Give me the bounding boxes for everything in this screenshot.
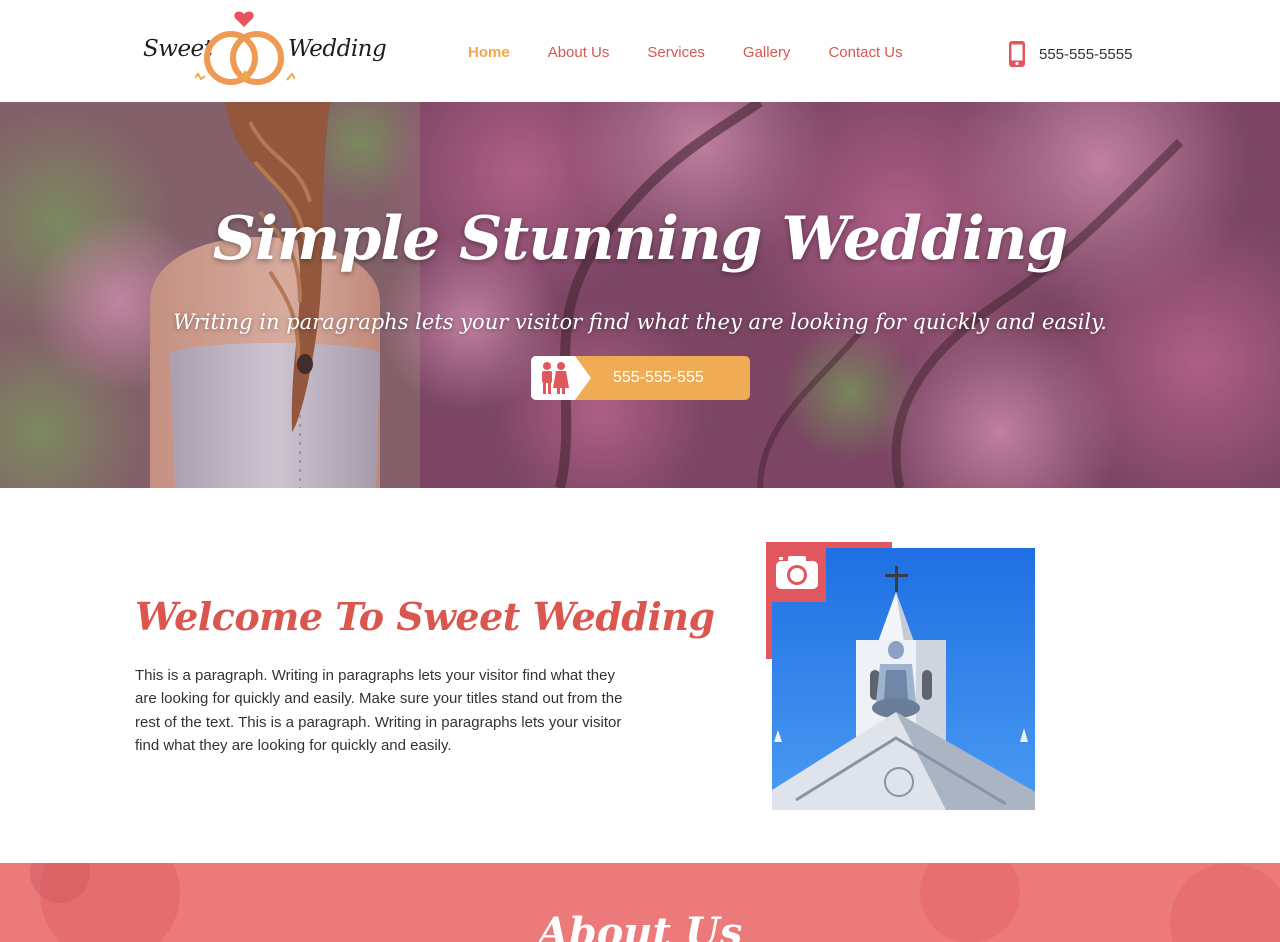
nav-item-home[interactable]: Home: [468, 44, 510, 61]
site-header: Sweet Wedding Home About Us Services Gal…: [0, 0, 1280, 102]
nav-item-about-us[interactable]: About Us: [548, 44, 610, 61]
site-logo[interactable]: Sweet Wedding: [140, 10, 387, 92]
about-section: About Us: [0, 863, 1280, 942]
nav-item-contact-us[interactable]: Contact Us: [828, 44, 902, 61]
nav-item-gallery[interactable]: Gallery: [743, 44, 791, 61]
couple-icon: [531, 356, 591, 400]
header-phone-number: 555-555-5555: [1039, 45, 1133, 63]
hero-phone-button[interactable]: 555-555-555: [531, 356, 750, 400]
logo-word-right: Wedding: [288, 36, 387, 62]
welcome-title: Welcome To Sweet Wedding: [135, 594, 715, 639]
hero-background-image: [0, 102, 1280, 488]
hero-banner: Simple Stunning Wedding Writing in parag…: [0, 102, 1280, 488]
hero-subtitle: Writing in paragraphs lets your visitor …: [173, 310, 1107, 334]
church-image: [766, 542, 1035, 810]
main-nav: Home About Us Services Gallery Contact U…: [468, 44, 941, 61]
mobile-phone-icon: [1009, 41, 1025, 67]
about-title: About Us: [537, 909, 743, 942]
hero-button-label: 555-555-555: [613, 369, 704, 386]
rings-logo-icon: [195, 11, 295, 85]
welcome-paragraph: This is a paragraph. Writing in paragrap…: [135, 667, 623, 754]
nav-item-services[interactable]: Services: [647, 44, 705, 61]
church-photo: [766, 542, 1036, 812]
hero-title: Simple Stunning Wedding: [212, 204, 1069, 274]
header-phone[interactable]: 555-555-5555: [1008, 40, 1132, 68]
